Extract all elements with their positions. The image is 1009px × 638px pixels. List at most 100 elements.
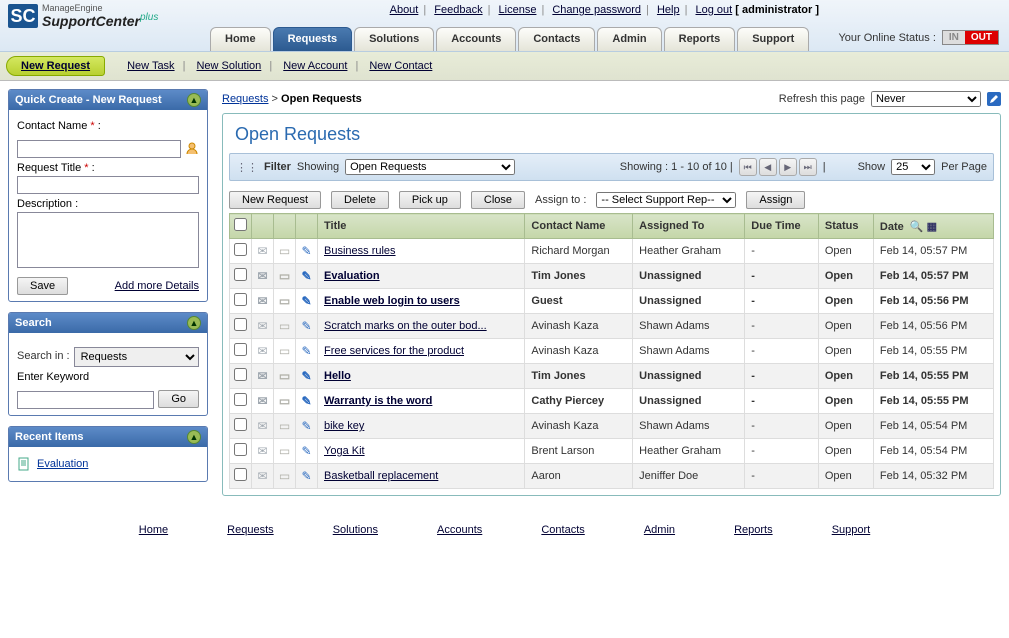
column-settings-icon[interactable]: ▦ bbox=[927, 221, 937, 233]
mail-icon[interactable]: ✉ bbox=[257, 344, 267, 358]
note-icon[interactable]: ▭ bbox=[279, 369, 290, 383]
action-delete[interactable]: Delete bbox=[331, 191, 389, 209]
recent-item[interactable]: Evaluation bbox=[17, 453, 199, 475]
mail-icon[interactable]: ✉ bbox=[257, 469, 267, 483]
tab-contacts[interactable]: Contacts bbox=[518, 27, 595, 51]
mail-icon[interactable]: ✉ bbox=[257, 369, 267, 383]
note-icon[interactable]: ▭ bbox=[279, 244, 290, 258]
footer-solutions[interactable]: Solutions bbox=[333, 524, 378, 536]
collapse-icon[interactable]: ▲ bbox=[187, 430, 201, 444]
col-status[interactable]: Status bbox=[818, 214, 873, 239]
row-title-link[interactable]: Business rules bbox=[324, 245, 396, 257]
mail-icon[interactable]: ✉ bbox=[257, 244, 267, 258]
recent-item-link[interactable]: Evaluation bbox=[37, 458, 88, 470]
logout-link[interactable]: Log out bbox=[696, 4, 733, 16]
tab-reports[interactable]: Reports bbox=[664, 27, 736, 51]
row-title-link[interactable]: Warranty is the word bbox=[324, 395, 432, 407]
pager-prev-icon[interactable]: ◀ bbox=[759, 158, 777, 176]
row-checkbox[interactable] bbox=[234, 368, 247, 381]
description-input[interactable] bbox=[17, 212, 199, 268]
edit-icon[interactable]: ✎ bbox=[301, 369, 311, 383]
tab-home[interactable]: Home bbox=[210, 27, 271, 51]
action-new-request[interactable]: New Request bbox=[229, 191, 321, 209]
tab-requests[interactable]: Requests bbox=[273, 27, 353, 51]
footer-reports[interactable]: Reports bbox=[734, 524, 773, 536]
save-button[interactable]: Save bbox=[17, 277, 68, 295]
feedback-link[interactable]: Feedback bbox=[434, 4, 482, 16]
col-contact[interactable]: Contact Name bbox=[525, 214, 633, 239]
crumb-root[interactable]: Requests bbox=[222, 93, 268, 105]
new-request-button[interactable]: New Request bbox=[6, 56, 105, 76]
go-button[interactable]: Go bbox=[158, 390, 199, 408]
footer-contacts[interactable]: Contacts bbox=[541, 524, 584, 536]
row-checkbox[interactable] bbox=[234, 243, 247, 256]
pager-first-icon[interactable]: ⏮ bbox=[739, 158, 757, 176]
edit-icon[interactable]: ✎ bbox=[301, 269, 311, 283]
edit-icon[interactable]: ✎ bbox=[301, 419, 311, 433]
footer-home[interactable]: Home bbox=[139, 524, 168, 536]
mail-icon[interactable]: ✉ bbox=[257, 394, 267, 408]
about-link[interactable]: About bbox=[390, 4, 419, 16]
note-icon[interactable]: ▭ bbox=[279, 394, 290, 408]
row-checkbox[interactable] bbox=[234, 418, 247, 431]
help-link[interactable]: Help bbox=[657, 4, 680, 16]
tab-accounts[interactable]: Accounts bbox=[436, 27, 516, 51]
edit-icon[interactable]: ✎ bbox=[301, 344, 311, 358]
col-assigned[interactable]: Assigned To bbox=[633, 214, 745, 239]
footer-admin[interactable]: Admin bbox=[644, 524, 675, 536]
license-link[interactable]: License bbox=[499, 4, 537, 16]
note-icon[interactable]: ▭ bbox=[279, 444, 290, 458]
row-title-link[interactable]: bike key bbox=[324, 420, 364, 432]
refresh-select[interactable]: Never bbox=[871, 91, 981, 107]
row-title-link[interactable]: Scratch marks on the outer bod... bbox=[324, 320, 487, 332]
edit-refresh-icon[interactable] bbox=[987, 92, 1001, 106]
online-status-toggle[interactable]: IN OUT bbox=[942, 30, 999, 45]
col-due[interactable]: Due Time bbox=[745, 214, 819, 239]
note-icon[interactable]: ▭ bbox=[279, 294, 290, 308]
note-icon[interactable]: ▭ bbox=[279, 344, 290, 358]
tab-admin[interactable]: Admin bbox=[597, 27, 661, 51]
pager-last-icon[interactable]: ⏭ bbox=[799, 158, 817, 176]
footer-support[interactable]: Support bbox=[832, 524, 871, 536]
row-checkbox[interactable] bbox=[234, 343, 247, 356]
note-icon[interactable]: ▭ bbox=[279, 319, 290, 333]
row-checkbox[interactable] bbox=[234, 268, 247, 281]
new-solution-link[interactable]: New Solution bbox=[196, 60, 261, 72]
edit-icon[interactable]: ✎ bbox=[301, 319, 311, 333]
tab-support[interactable]: Support bbox=[737, 27, 809, 51]
contact-picker-icon[interactable] bbox=[185, 141, 199, 155]
footer-accounts[interactable]: Accounts bbox=[437, 524, 482, 536]
edit-icon[interactable]: ✎ bbox=[301, 244, 311, 258]
row-checkbox[interactable] bbox=[234, 443, 247, 456]
mail-icon[interactable]: ✉ bbox=[257, 444, 267, 458]
row-checkbox[interactable] bbox=[234, 393, 247, 406]
collapse-icon[interactable]: ▲ bbox=[187, 316, 201, 330]
row-checkbox[interactable] bbox=[234, 468, 247, 481]
add-more-details-link[interactable]: Add more Details bbox=[115, 280, 199, 292]
row-title-link[interactable]: Basketball replacement bbox=[324, 470, 438, 482]
pager-next-icon[interactable]: ▶ bbox=[779, 158, 797, 176]
new-account-link[interactable]: New Account bbox=[283, 60, 347, 72]
tab-solutions[interactable]: Solutions bbox=[354, 27, 434, 51]
mail-icon[interactable]: ✉ bbox=[257, 269, 267, 283]
perpage-select[interactable]: 25 bbox=[891, 159, 935, 175]
keyword-input[interactable] bbox=[17, 391, 154, 409]
collapse-icon[interactable]: ▲ bbox=[187, 93, 201, 107]
footer-requests[interactable]: Requests bbox=[227, 524, 273, 536]
assign-to-select[interactable]: -- Select Support Rep-- bbox=[596, 192, 736, 208]
row-title-link[interactable]: Evaluation bbox=[324, 270, 380, 282]
new-contact-link[interactable]: New Contact bbox=[369, 60, 432, 72]
search-in-select[interactable]: Requests bbox=[74, 347, 199, 367]
row-title-link[interactable]: Enable web login to users bbox=[324, 295, 460, 307]
col-date[interactable]: Date 🔍 ▦ bbox=[873, 214, 993, 239]
mail-icon[interactable]: ✉ bbox=[257, 294, 267, 308]
row-title-link[interactable]: Yoga Kit bbox=[324, 445, 365, 457]
note-icon[interactable]: ▭ bbox=[279, 469, 290, 483]
search-icon[interactable]: 🔍 bbox=[910, 221, 924, 233]
edit-icon[interactable]: ✎ bbox=[301, 444, 311, 458]
row-checkbox[interactable] bbox=[234, 318, 247, 331]
select-all-checkbox[interactable] bbox=[234, 218, 247, 231]
note-icon[interactable]: ▭ bbox=[279, 269, 290, 283]
row-title-link[interactable]: Hello bbox=[324, 370, 351, 382]
edit-icon[interactable]: ✎ bbox=[301, 469, 311, 483]
